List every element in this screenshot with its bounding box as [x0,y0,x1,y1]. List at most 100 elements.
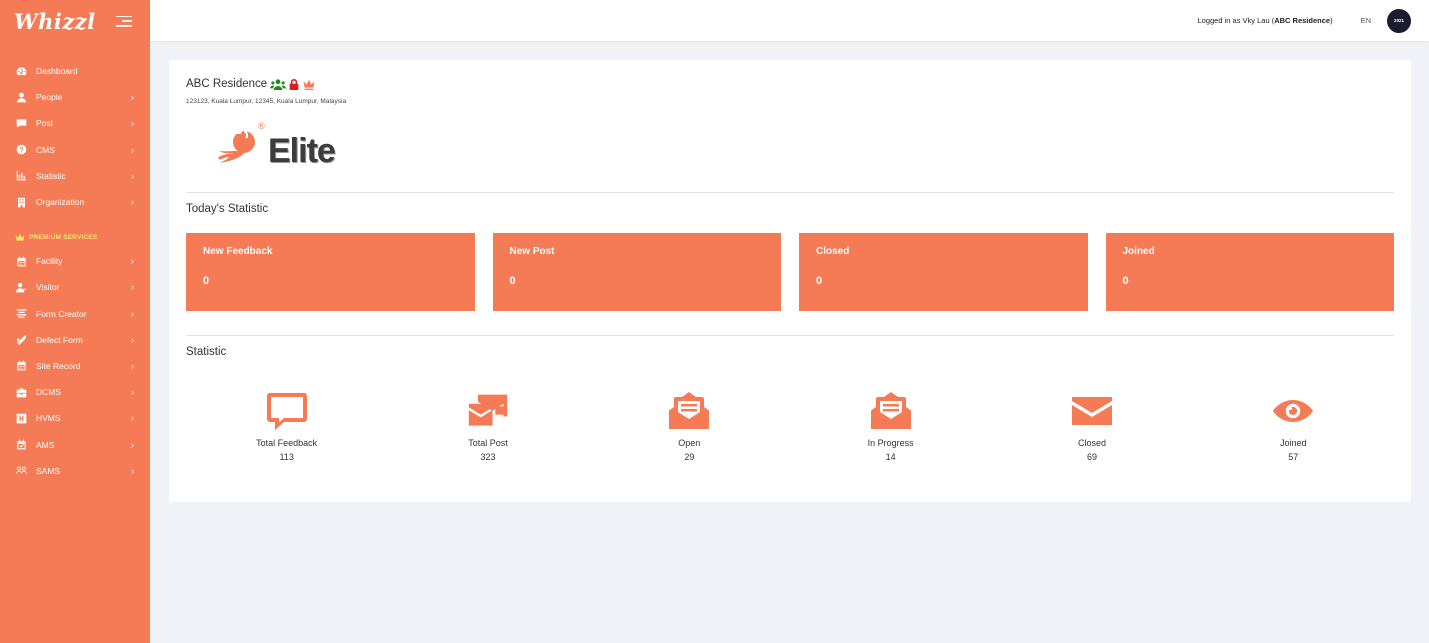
sidebar-item-dcms[interactable]: DCMS › [0,379,150,405]
sidebar-item-hvms[interactable]: HVMS › [0,405,150,431]
stat-box-title: New Feedback [203,246,273,257]
statistic-total-feedback[interactable]: Total Feedback 113 [186,391,387,462]
sidebar-item-dashboard[interactable]: Dashboard [0,58,150,84]
h-square-icon [15,412,27,424]
logo-text: Elite [268,132,336,170]
organization-title: ABC Residence [186,77,1394,91]
stat-box-value: 0 [816,275,823,287]
statistic-in-progress[interactable]: In Progress 14 [790,391,991,462]
sidebar-item-label: Dashboard [36,66,78,77]
sidebar-item-label: SAMS [36,465,61,476]
sidebar-item-site-record[interactable]: Site Record › [0,353,150,379]
statistic-heading: Statistic [186,346,227,358]
menu-toggle-icon[interactable] [116,15,132,27]
logged-in-text: Logged in as Vky Lau (ABC Residence) [1197,16,1333,25]
statistic-label: Open [678,438,701,448]
sidebar-header: Whizzl [0,0,150,42]
language-selector[interactable]: EN [1361,16,1371,25]
stat-box-new-feedback[interactable]: New Feedback 0 [186,233,475,311]
organization-badges [270,78,316,90]
statistic-value: 29 [684,452,695,462]
sidebar-item-organization[interactable]: Organization › [0,189,150,215]
sidebar-item-cms[interactable]: CMS › [0,137,150,163]
align-icon [15,308,27,320]
statistic-open[interactable]: Open 29 [589,391,790,462]
sidebar-item-label: Organization [36,197,85,208]
chevron-right-icon: › [131,413,134,424]
divider [186,335,1394,336]
todays-statistic-row: New Feedback 0 New Post 0 Closed 0 Joine… [186,233,1394,311]
user-icon [15,91,27,103]
sidebar-item-label: Post [36,118,54,129]
topbar: Logged in as Vky Lau (ABC Residence) EN … [150,0,1429,41]
envelopes-icon [468,394,508,426]
sidebar-item-sams[interactable]: SAMS › [0,458,150,484]
chevron-right-icon: › [131,360,134,371]
divider [186,192,1394,193]
statistic-value: 57 [1288,452,1299,462]
stat-box-new-post[interactable]: New Post 0 [492,233,781,311]
chevron-right-icon: › [131,465,134,476]
sidebar-item-facility[interactable]: Facility › [0,248,150,274]
statistic-joined[interactable]: Joined 57 [1193,391,1394,462]
chevron-right-icon: › [131,170,134,181]
brand-logo[interactable]: Whizzl [14,9,96,34]
statistic-total-post[interactable]: Total Post 323 [387,391,588,462]
chevron-right-icon: › [131,308,134,319]
logo-registered-mark: ® [258,121,265,131]
premium-services-title: PREMIUM SERVICES [0,226,150,248]
sidebar-item-label: HVMS [36,413,61,424]
sidebar-item-label: Statistic [36,170,66,181]
sidebar-item-post[interactable]: Post › [0,110,150,136]
statistic-closed[interactable]: Closed 69 [991,391,1192,462]
stat-box-title: Closed [816,246,850,257]
stat-box-title: New Post [509,246,555,257]
check-double-icon [15,334,27,346]
todays-statistic-heading: Today's Statistic [186,203,269,215]
sidebar-item-label: Form Creator [36,308,87,319]
stat-box-joined[interactable]: Joined 0 [1105,233,1394,311]
sidebar: Whizzl Dashboard People › Post › CMS › S… [0,0,150,643]
lock-badge-icon [289,78,299,90]
eye-icon [1273,400,1314,422]
statistic-value: 323 [480,452,496,462]
question-circle-icon [15,144,27,156]
statistic-row: Total Feedback 113 Total Post 323 Open 2… [186,391,1394,462]
chevron-right-icon: › [131,197,134,208]
dashboard-card: ABC Residence 123123, Kuala Lumpur, 1234… [169,60,1411,502]
sidebar-item-statistic[interactable]: Statistic › [0,163,150,189]
sidebar-item-defect-form[interactable]: Defect Form › [0,327,150,353]
user-check-icon [15,281,27,293]
statistic-label: Joined [1280,438,1307,448]
stat-box-closed[interactable]: Closed 0 [799,233,1088,311]
stat-box-value: 0 [203,275,210,287]
sidebar-item-label: People [36,92,63,103]
dashboard-icon [15,65,27,77]
chevron-right-icon: › [131,334,134,345]
briefcase-icon [15,386,27,398]
calendar-icon [15,360,27,372]
stat-box-value: 0 [1122,275,1129,287]
sidebar-item-form-creator[interactable]: Form Creator › [0,301,150,327]
avatar[interactable]: 2021 [1387,8,1411,33]
chevron-right-icon: › [131,144,134,155]
users-icon [15,465,27,477]
sidebar-item-label: Visitor [36,282,60,293]
sidebar-item-label: Defect Form [36,334,83,345]
organization-logo: ® Elite [216,120,346,173]
sidebar-nav: Dashboard People › Post › CMS › Statisti… [0,42,150,484]
sidebar-item-label: Site Record [36,360,81,371]
sidebar-item-label: DCMS [36,387,62,398]
calendar-check-icon [15,439,27,451]
statistic-value: 69 [1086,452,1097,462]
sidebar-item-ams[interactable]: AMS › [0,431,150,457]
sidebar-item-label: CMS [36,144,55,155]
statistic-label: Total Feedback [256,438,318,448]
envelope-open-text-icon [669,392,710,429]
calendar-icon [15,255,27,267]
sidebar-item-visitor[interactable]: Visitor › [0,274,150,300]
chart-icon [15,170,27,182]
crown-icon [15,233,25,241]
chevron-right-icon: › [131,282,134,293]
sidebar-item-people[interactable]: People › [0,84,150,110]
